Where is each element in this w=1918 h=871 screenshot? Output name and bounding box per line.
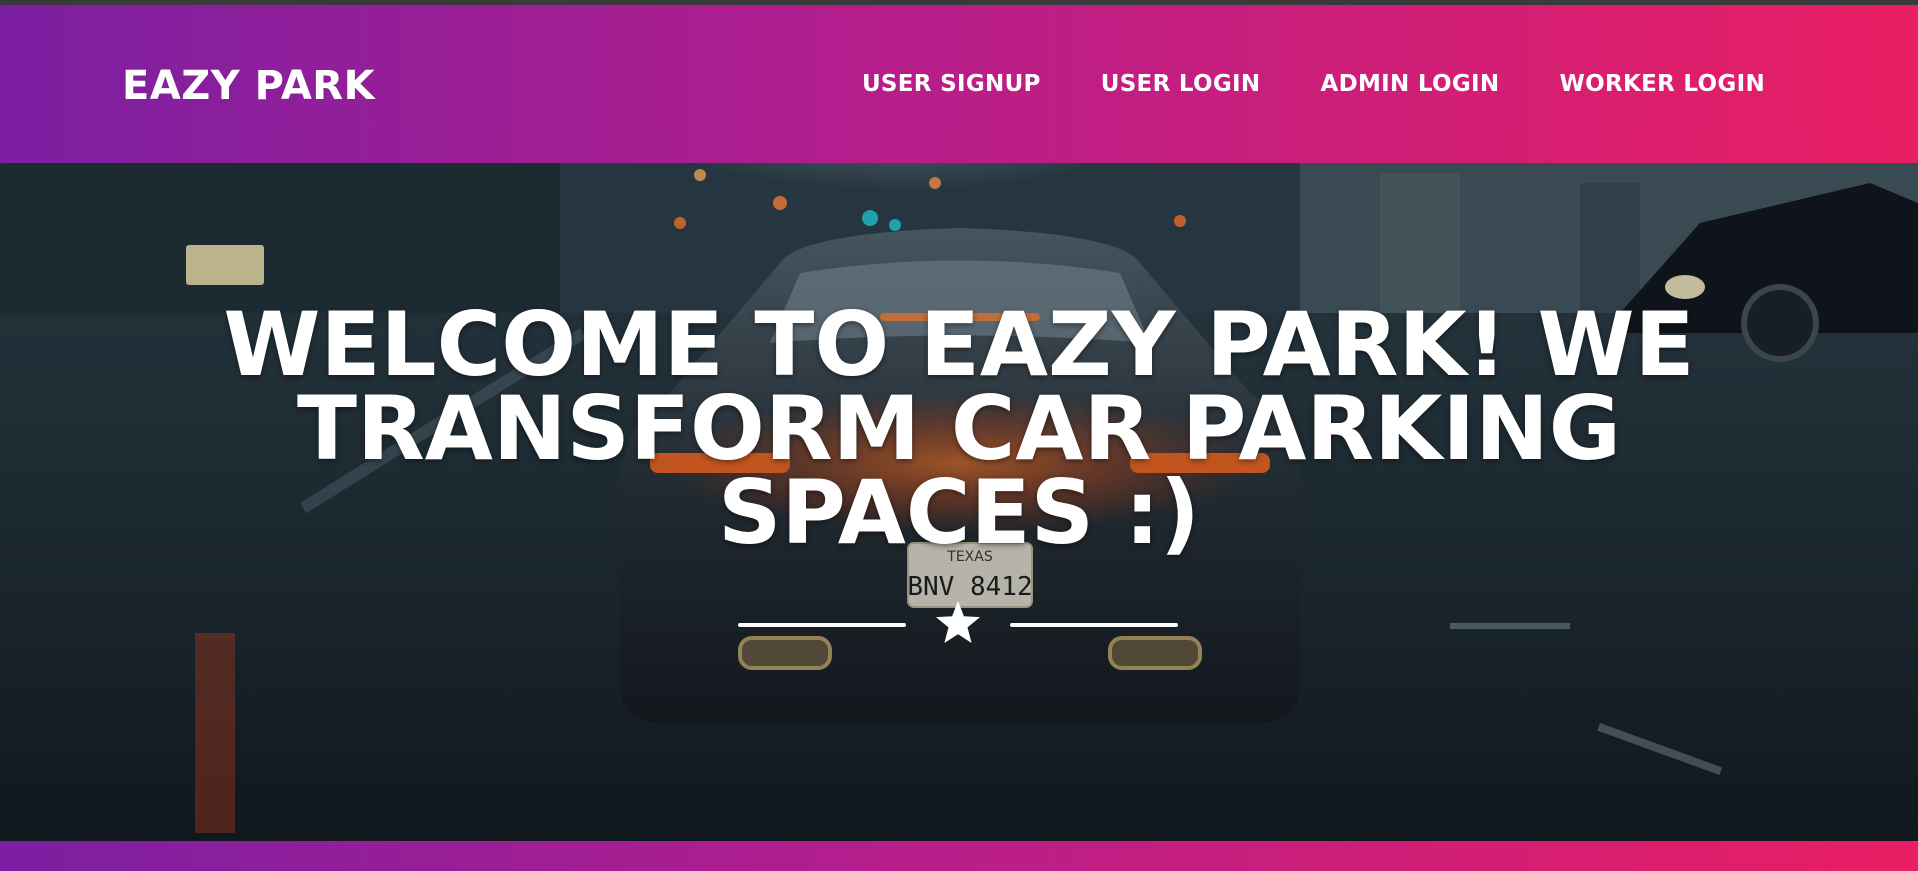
- star-icon: [936, 601, 980, 643]
- divider-line-left: [738, 623, 906, 627]
- nav-user-login-link[interactable]: USER LOGIN: [1101, 71, 1261, 97]
- footer-gradient-bar: [0, 841, 1918, 871]
- hero-headline: WELCOME TO EAZY PARK! WE TRANSFORM CAR P…: [223, 293, 1695, 564]
- nav-user-signup-link[interactable]: USER SIGNUP: [862, 71, 1041, 97]
- brand-logo[interactable]: EAZY PARK: [122, 63, 375, 109]
- divider-line-right: [1010, 623, 1178, 627]
- hero-section: TEXAS BNV 8412 WELCOME TO EAZY PARK! WE …: [0, 163, 1918, 841]
- nav-worker-login-link[interactable]: WORKER LOGIN: [1559, 71, 1765, 97]
- navbar: EAZY PARK USER SIGNUP USER LOGIN ADMIN L…: [0, 5, 1918, 163]
- hero-divider: [738, 599, 1178, 649]
- nav-links: USER SIGNUP USER LOGIN ADMIN LOGIN WORKE…: [862, 71, 1765, 97]
- nav-admin-login-link[interactable]: ADMIN LOGIN: [1320, 71, 1499, 97]
